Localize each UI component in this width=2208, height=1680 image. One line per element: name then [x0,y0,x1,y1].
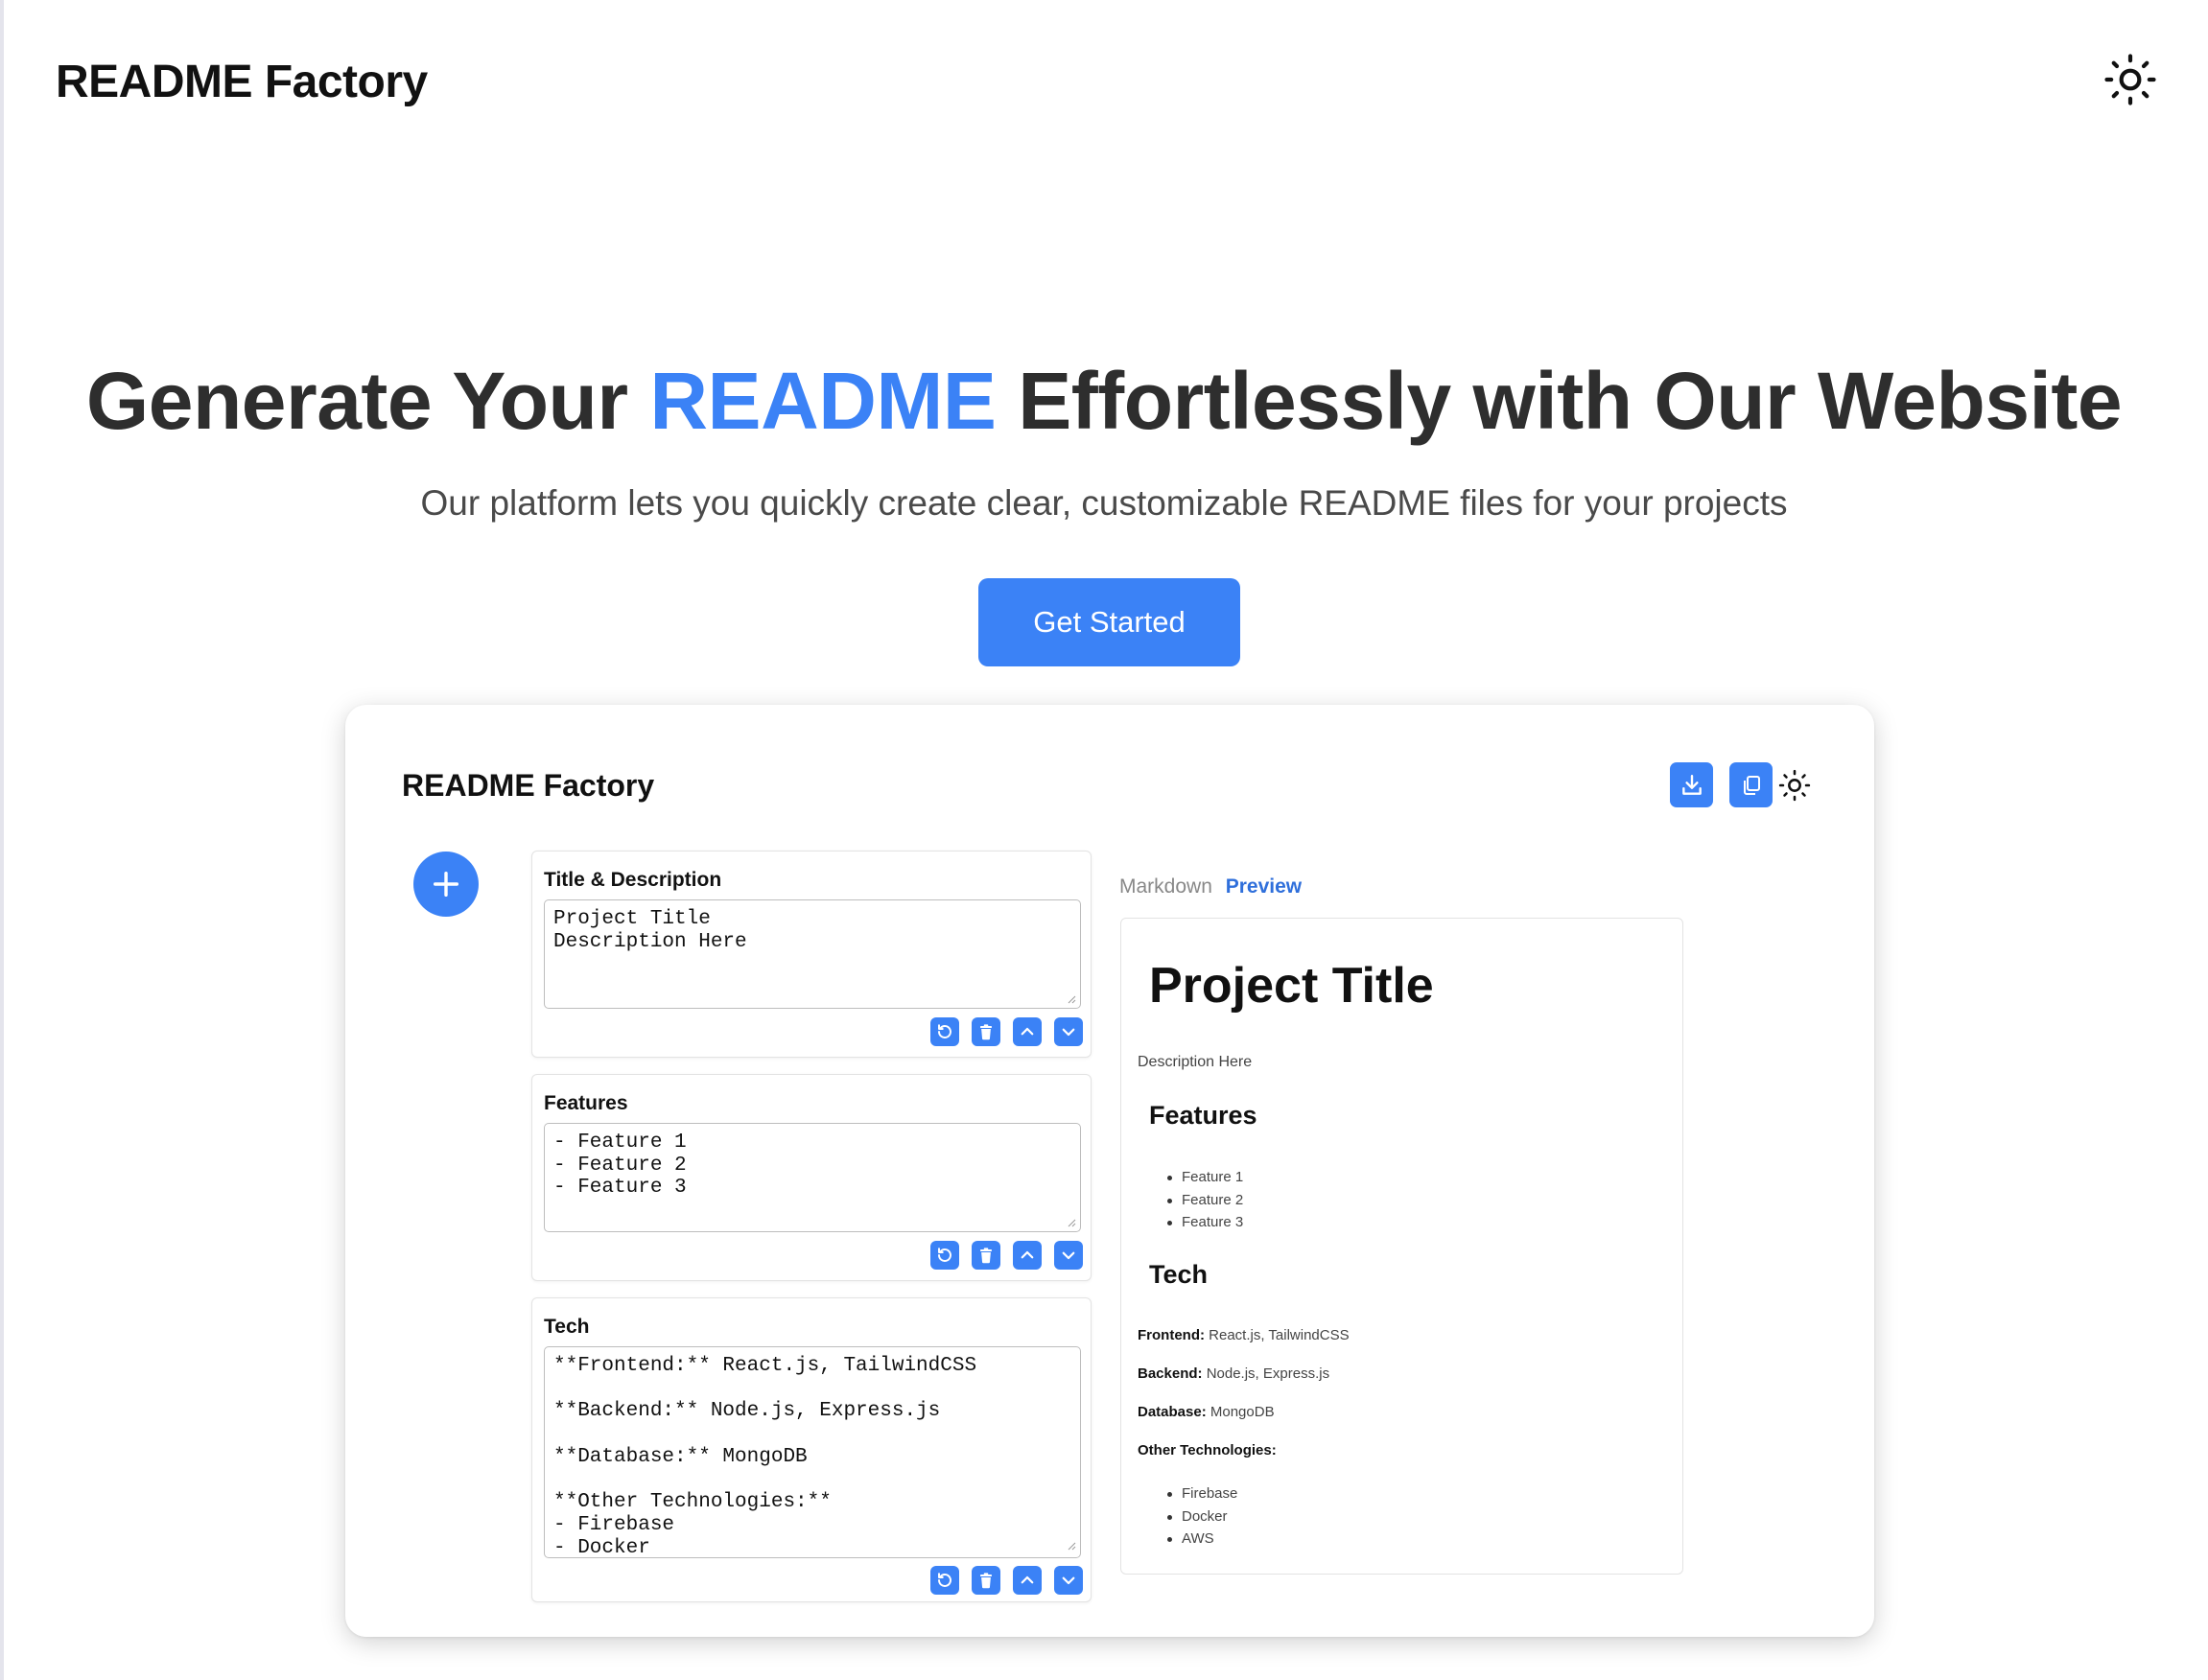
chevron-up-icon [1021,1250,1034,1259]
plus-icon [433,871,459,898]
list-item: AWS [1167,1528,1237,1551]
download-icon [1681,774,1702,795]
reset-button[interactable] [930,1241,959,1270]
section-features: Features - Feature 1 - Feature 2 - Featu… [531,1074,1092,1281]
preview-other-list: Firebase Docker AWS [1167,1482,1237,1551]
app-preview-card: README Factory Title & Description Proje… [345,705,1874,1637]
copy-icon [1743,775,1760,795]
hero-title-accent: README [649,356,997,446]
list-item: Feature 3 [1167,1211,1243,1234]
chevron-up-icon [1021,1027,1034,1036]
move-up-button[interactable] [1013,1241,1042,1270]
section-title: Features [544,1092,628,1114]
markdown-preview-panel: Project Title Description Here Features … [1120,918,1683,1575]
sun-icon [1778,769,1811,802]
hero-title: Generate Your README Effortlessly with O… [0,355,2208,448]
chevron-down-icon [1062,1028,1075,1037]
add-section-button[interactable] [413,852,479,917]
frontend-label: Frontend: [1138,1327,1205,1343]
backend-label: Backend: [1138,1365,1203,1382]
delete-button[interactable] [972,1241,1000,1270]
database-label: Database: [1138,1404,1207,1420]
trash-icon [980,1024,992,1040]
section-actions [930,1566,1083,1595]
resize-grip-icon[interactable] [1067,994,1076,1004]
tab-preview[interactable]: Preview [1226,875,1302,898]
preview-heading-1: Project Title [1149,958,1434,1014]
resize-grip-icon[interactable] [1067,1218,1076,1227]
move-down-button[interactable] [1054,1017,1083,1046]
other-label: Other Technologies: [1138,1442,1277,1458]
move-up-button[interactable] [1013,1017,1042,1046]
preview-other-line: Other Technologies: [1138,1442,1277,1458]
get-started-button[interactable]: Get Started [978,578,1240,666]
reset-icon [938,1248,951,1262]
trash-icon [980,1248,992,1264]
reset-icon [938,1024,951,1038]
resize-grip-icon[interactable] [1067,1541,1076,1551]
app-theme-toggle[interactable] [1775,766,1814,805]
section-actions [930,1017,1083,1046]
preview-database-line: Database: MongoDB [1138,1404,1275,1420]
section-title: Title & Description [544,869,722,891]
chevron-down-icon [1062,1251,1075,1260]
copy-button[interactable] [1729,762,1773,807]
sun-icon [2104,54,2156,105]
list-item: Docker [1167,1505,1237,1528]
section-title: Tech [544,1316,590,1338]
list-item: Feature 2 [1167,1189,1243,1212]
site-logo[interactable]: README Factory [56,56,428,108]
chevron-down-icon [1062,1576,1075,1585]
theme-toggle-button[interactable] [2101,50,2160,109]
view-tabs: Markdown Preview [1119,875,1302,898]
app-logo: README Factory [402,768,655,803]
hero-title-start: Generate Your [85,356,650,446]
section-tech: Tech **Frontend:** React.js, TailwindCSS… [531,1297,1092,1602]
hero-subtitle: Our platform lets you quickly create cle… [420,483,1788,523]
section-title-description: Title & Description Project Title Descri… [531,851,1092,1058]
hero-title-end: Effortlessly with Our Website [996,356,2123,446]
delete-button[interactable] [972,1566,1000,1595]
bottom-fade [345,1602,1874,1637]
download-button[interactable] [1670,762,1713,807]
preview-backend-line: Backend: Node.js, Express.js [1138,1365,1329,1382]
preview-frontend-line: Frontend: React.js, TailwindCSS [1138,1327,1350,1343]
reset-icon [938,1573,951,1587]
preview-heading-features: Features [1149,1101,1257,1130]
move-down-button[interactable] [1054,1566,1083,1595]
reset-button[interactable] [930,1017,959,1046]
trash-icon [980,1573,992,1589]
move-up-button[interactable] [1013,1566,1042,1595]
left-edge-divider [0,0,4,1680]
move-down-button[interactable] [1054,1241,1083,1270]
database-value: MongoDB [1206,1404,1275,1420]
list-item: Feature 1 [1167,1166,1243,1189]
section-textarea[interactable]: **Frontend:** React.js, TailwindCSS **Ba… [544,1346,1081,1558]
preview-heading-tech: Tech [1149,1260,1209,1289]
frontend-value: React.js, TailwindCSS [1204,1327,1350,1343]
section-textarea[interactable]: Project Title Description Here [544,899,1081,1009]
backend-value: Node.js, Express.js [1202,1365,1330,1382]
chevron-up-icon [1021,1575,1034,1584]
section-actions [930,1241,1083,1270]
reset-button[interactable] [930,1566,959,1595]
section-textarea[interactable]: - Feature 1 - Feature 2 - Feature 3 [544,1123,1081,1232]
list-item: Firebase [1167,1482,1237,1505]
delete-button[interactable] [972,1017,1000,1046]
tab-markdown[interactable]: Markdown [1119,875,1212,898]
preview-features-list: Feature 1 Feature 2 Feature 3 [1167,1166,1243,1234]
preview-description: Description Here [1138,1054,1253,1070]
